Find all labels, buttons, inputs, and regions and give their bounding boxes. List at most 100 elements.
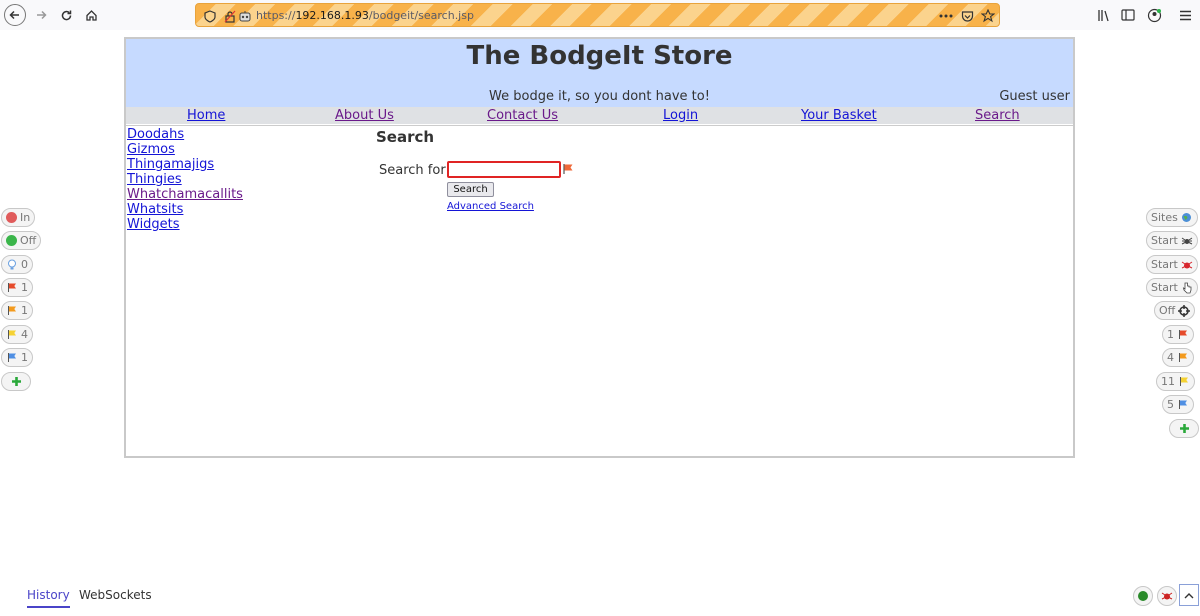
- crosshair-icon: [1178, 304, 1191, 317]
- blue-flag-icon: [1177, 399, 1189, 411]
- url-text: https://192.168.1.93/bodgeit/search.jsp: [256, 9, 474, 22]
- hud-ajax-label: Start: [1151, 281, 1178, 294]
- bookmark-star-icon[interactable]: [980, 8, 996, 24]
- hud-status-green-icon[interactable]: [1133, 586, 1153, 606]
- tab-websockets[interactable]: WebSockets: [79, 588, 152, 602]
- hud-hint-button[interactable]: 0: [1, 255, 33, 274]
- hud-red-count: 1: [21, 281, 28, 294]
- yellow-flag-icon: [1178, 376, 1190, 388]
- hud-attack-mode-button[interactable]: Off: [1154, 301, 1196, 320]
- hud-site-alerts-red[interactable]: 1: [1162, 325, 1194, 344]
- hud-break-off-button[interactable]: Off: [1, 231, 42, 250]
- hud-add-tool-right[interactable]: [1169, 419, 1199, 438]
- menu-search-link[interactable]: Search: [975, 108, 1020, 123]
- menu-basket-link[interactable]: Your Basket: [801, 108, 877, 123]
- red-flag-icon: [6, 282, 18, 294]
- red-dot-icon: [6, 212, 17, 223]
- globe-icon: [1181, 212, 1193, 224]
- hud-spider-button[interactable]: Start: [1146, 231, 1198, 250]
- back-icon[interactable]: [4, 4, 26, 26]
- menu-login-link[interactable]: Login: [663, 108, 698, 123]
- category-link-widgets[interactable]: Widgets: [127, 217, 243, 232]
- menu-contact-link[interactable]: Contact Us: [487, 108, 558, 123]
- hud-active-scan-button[interactable]: Start: [1146, 255, 1198, 274]
- store-tagline: We bodge it, so you dont have to!: [489, 89, 710, 104]
- blue-flag-icon: [6, 352, 18, 364]
- hud-ajax-spider-button[interactable]: Start: [1146, 278, 1198, 297]
- hud-site-orange-count: 4: [1167, 351, 1174, 364]
- menu-home-link[interactable]: Home: [187, 108, 225, 123]
- hud-page-alerts-yellow[interactable]: 4: [1, 325, 33, 344]
- insecure-lock-icon[interactable]: [222, 8, 238, 24]
- hud-page-alerts-orange[interactable]: 1: [1, 301, 33, 320]
- store-page: The BodgeIt Store We bodge it, so you do…: [124, 37, 1075, 458]
- zap-robot-icon[interactable]: [237, 8, 253, 24]
- orange-flag-icon: [6, 305, 18, 317]
- plus-icon: [10, 376, 22, 388]
- yellow-flag-icon: [6, 329, 18, 341]
- store-title: The BodgeIt Store: [466, 41, 733, 71]
- url-path: /bodgeit/search.jsp: [368, 9, 474, 22]
- category-list: Doodahs Gizmos Thingamajigs Thingies Wha…: [127, 127, 243, 232]
- search-heading: Search: [376, 128, 435, 146]
- category-link-whatsits[interactable]: Whatsits: [127, 202, 243, 217]
- reload-icon[interactable]: [55, 4, 77, 26]
- plus-icon: [1178, 423, 1190, 435]
- hamburger-menu-icon[interactable]: [1175, 5, 1195, 25]
- sidebar-icon[interactable]: [1118, 5, 1138, 25]
- hud-page-alerts-red[interactable]: 1: [1, 278, 33, 297]
- pocket-icon[interactable]: [959, 8, 975, 24]
- main-menu: Home About Us Contact Us Login Your Bask…: [126, 107, 1073, 124]
- store-content: Doodahs Gizmos Thingamajigs Thingies Wha…: [126, 125, 1073, 456]
- category-link-thingamajigs[interactable]: Thingamajigs: [127, 157, 243, 172]
- category-link-thingies[interactable]: Thingies: [127, 172, 243, 187]
- library-icon[interactable]: [1094, 5, 1114, 25]
- url-host: 192.168.1.93: [295, 9, 369, 22]
- hud-bottom-drawer: History WebSockets: [0, 584, 1200, 616]
- hud-attack-label: Off: [1159, 304, 1176, 317]
- forward-icon[interactable]: [30, 4, 52, 26]
- hud-sites-button[interactable]: Sites: [1146, 208, 1198, 227]
- zap-flag-icon[interactable]: [562, 160, 575, 179]
- category-link-doodahs[interactable]: Doodahs: [127, 127, 243, 142]
- hud-site-red-count: 1: [1167, 328, 1174, 341]
- hud-site-alerts-blue[interactable]: 5: [1162, 395, 1194, 414]
- url-bar[interactable]: https://192.168.1.93/bodgeit/search.jsp: [195, 3, 1000, 27]
- search-input[interactable]: [447, 161, 561, 178]
- home-icon[interactable]: [80, 4, 102, 26]
- hud-break-off-label: Off: [20, 234, 37, 247]
- spider-icon: [1181, 235, 1193, 247]
- account-icon[interactable]: [1144, 5, 1164, 25]
- user-status: Guest user: [999, 89, 1070, 104]
- tab-history[interactable]: History: [27, 588, 70, 608]
- hud-break-in-label: In: [20, 211, 31, 224]
- search-button[interactable]: Search: [447, 182, 494, 197]
- search-label: Search for: [379, 163, 446, 178]
- hud-active-scan-label: Start: [1151, 258, 1178, 271]
- hud-page-alerts-blue[interactable]: 1: [1, 348, 33, 367]
- red-bug-icon: [1181, 259, 1193, 271]
- url-scheme: https://: [256, 9, 296, 22]
- advanced-search-link[interactable]: Advanced Search: [447, 201, 534, 212]
- hud-hint-count: 0: [21, 258, 28, 271]
- hand-pointer-icon: [1181, 282, 1193, 294]
- hud-site-alerts-orange[interactable]: 4: [1162, 348, 1194, 367]
- hud-yellow-count: 4: [21, 328, 28, 341]
- more-actions-icon[interactable]: [938, 8, 954, 24]
- hud-bug-icon[interactable]: [1157, 586, 1177, 606]
- hud-break-in-button[interactable]: In: [1, 208, 36, 227]
- category-link-gizmos[interactable]: Gizmos: [127, 142, 243, 157]
- lightbulb-icon: [6, 259, 18, 271]
- browser-toolbar: https://192.168.1.93/bodgeit/search.jsp: [0, 0, 1200, 30]
- category-link-whatchamacallits[interactable]: Whatchamacallits: [127, 187, 243, 202]
- green-dot-icon: [6, 235, 17, 246]
- expand-drawer-icon[interactable]: [1179, 584, 1199, 606]
- hud-site-alerts-yellow[interactable]: 11: [1156, 372, 1195, 391]
- hud-blue-count: 1: [21, 351, 28, 364]
- shield-icon[interactable]: [202, 8, 218, 24]
- hud-add-tool-left[interactable]: [1, 372, 31, 391]
- hud-site-blue-count: 5: [1167, 398, 1174, 411]
- menu-about-link[interactable]: About Us: [335, 108, 394, 123]
- hud-orange-count: 1: [21, 304, 28, 317]
- orange-flag-icon: [1177, 352, 1189, 364]
